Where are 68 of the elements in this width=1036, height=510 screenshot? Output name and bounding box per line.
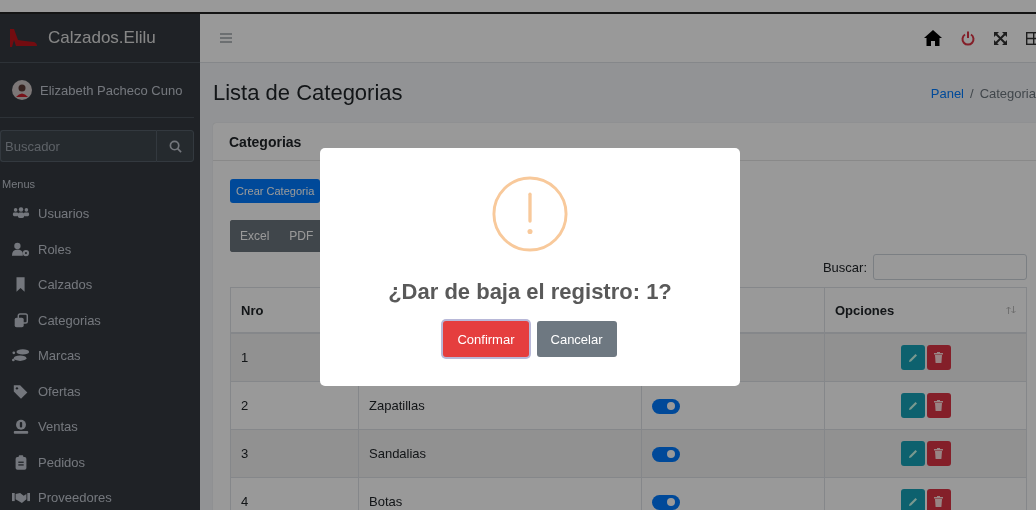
copy-icon	[12, 312, 30, 328]
column-header[interactable]: Opciones	[835, 302, 895, 318]
coin-person-icon	[12, 419, 30, 435]
table-cell: Zapatillas	[369, 398, 425, 413]
table-search-field[interactable]	[873, 254, 1027, 280]
sidebar-item[interactable]: Marcas	[38, 348, 81, 364]
sidebar-search-field[interactable]: Buscador	[0, 130, 156, 162]
sort-icon[interactable]	[1006, 306, 1016, 314]
table-cell: 4	[241, 494, 249, 509]
brand-name[interactable]: Calzados.Elilu	[48, 28, 156, 48]
trash-icon	[934, 448, 943, 459]
table-cell: Sandalias	[369, 446, 427, 461]
handshake-icon	[12, 490, 30, 506]
status-toggle[interactable]	[652, 494, 680, 510]
breadcrumb-current: Categoria	[979, 85, 1036, 101]
footprints-icon	[12, 348, 30, 364]
table-cell: Botas	[369, 494, 403, 509]
edit-button[interactable]	[900, 345, 925, 370]
delete-button[interactable]	[926, 489, 951, 510]
status-toggle[interactable]	[652, 398, 680, 414]
dialog-title: ¿Dar de baja el registro: 1?	[388, 279, 672, 305]
trash-icon	[934, 496, 943, 507]
sidebar-item[interactable]: Roles	[38, 241, 72, 257]
delete-button[interactable]	[926, 441, 951, 466]
menu-icon[interactable]	[220, 33, 232, 43]
power-icon[interactable]	[961, 30, 975, 46]
high-heel-logo	[8, 28, 38, 48]
column-header[interactable]: Nro	[241, 302, 264, 318]
tag-icon	[12, 383, 30, 399]
page-title: Lista de Categorias	[213, 80, 403, 106]
confirm-button[interactable]: Confirmar	[443, 321, 529, 357]
edit-button[interactable]	[900, 441, 925, 466]
sidebar-item[interactable]: Ventas	[38, 419, 78, 435]
pencil-icon	[907, 400, 918, 411]
grid-icon[interactable]	[1026, 31, 1036, 45]
home-icon[interactable]	[924, 30, 942, 46]
table-cell: 3	[241, 446, 249, 461]
sidebar-item[interactable]: Categorias	[38, 312, 101, 328]
table-cell: 1	[241, 350, 249, 365]
trash-icon	[934, 352, 943, 363]
edit-button[interactable]	[900, 393, 925, 418]
delete-button[interactable]	[926, 345, 951, 370]
sidebar-item[interactable]: Calzados	[38, 277, 93, 293]
pencil-icon	[907, 352, 918, 363]
warning-icon	[491, 175, 569, 253]
sidebar-item[interactable]: Ofertas	[38, 383, 81, 399]
expand-icon[interactable]	[994, 31, 1007, 45]
create-category-button[interactable]: Crear Categoria	[230, 179, 321, 203]
user-gear-icon	[12, 241, 30, 257]
sidebar-item[interactable]: Pedidos	[38, 454, 85, 470]
search-label: Buscar:	[822, 259, 867, 275]
delete-button[interactable]	[926, 393, 951, 418]
breadcrumb-link[interactable]: Panel	[930, 85, 964, 101]
pencil-icon	[907, 496, 918, 507]
edit-button[interactable]	[900, 489, 925, 510]
sidebar-item[interactable]: Usuarios	[38, 206, 90, 222]
card-title: Categorias	[229, 133, 302, 150]
search-icon[interactable]	[168, 139, 182, 153]
table-cell: 2	[241, 398, 249, 413]
trash-icon	[934, 400, 943, 411]
menu-section-label: Menus	[2, 178, 37, 190]
sidebar-item[interactable]: Proveedores	[38, 490, 112, 506]
status-toggle[interactable]	[652, 446, 680, 462]
pencil-icon	[907, 448, 918, 459]
user-name[interactable]: Elizabeth Pacheco Cuno	[40, 82, 183, 98]
cancel-button[interactable]: Cancelar	[536, 321, 617, 357]
avatar-icon	[12, 80, 32, 100]
breadcrumb-separator: /	[970, 85, 974, 101]
